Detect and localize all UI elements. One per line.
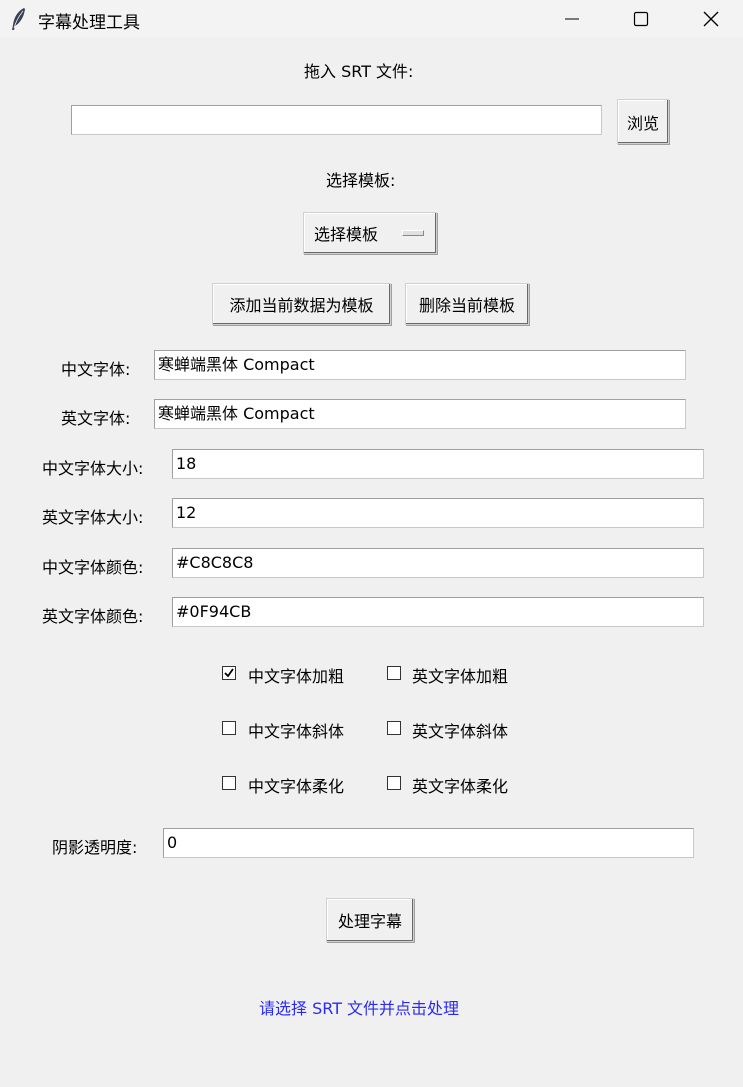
- srt-path-input[interactable]: [71, 105, 602, 135]
- en-bold-label: 英文字体加粗: [412, 667, 509, 686]
- cn-font-label: 中文字体:: [61, 360, 131, 379]
- cn-soft-checkbox[interactable]: [222, 776, 236, 790]
- menu-indicator-icon: [402, 230, 424, 236]
- cn-size-label: 中文字体大小:: [42, 459, 144, 478]
- cn-soft-label: 中文字体柔化: [248, 777, 345, 796]
- maximize-button[interactable]: [618, 0, 664, 38]
- en-font-label: 英文字体:: [61, 409, 131, 428]
- browse-button[interactable]: 浏览: [617, 99, 669, 144]
- en-color-label: 英文字体颜色:: [42, 607, 144, 626]
- en-italic-label: 英文字体斜体: [412, 722, 509, 741]
- en-soft-checkbox[interactable]: [387, 776, 401, 790]
- srt-drop-label: 拖入 SRT 文件:: [304, 62, 414, 81]
- template-menubutton[interactable]: 选择模板: [303, 212, 437, 254]
- cn-color-input[interactable]: #C8C8C8: [172, 548, 704, 578]
- en-soft-label: 英文字体柔化: [412, 777, 509, 796]
- cn-bold-checkbox[interactable]: [222, 666, 236, 680]
- template-label: 选择模板:: [326, 171, 396, 190]
- maximize-icon: [633, 11, 649, 27]
- process-button[interactable]: 处理字幕: [326, 898, 414, 942]
- add-template-button[interactable]: 添加当前数据为模板: [212, 283, 391, 325]
- title-bar: 字幕处理工具: [0, 0, 743, 38]
- en-size-input[interactable]: 12: [172, 498, 704, 528]
- cn-color-label: 中文字体颜色:: [42, 558, 144, 577]
- cn-font-input[interactable]: 寒蝉端黑体 Compact: [154, 350, 686, 380]
- en-font-input[interactable]: 寒蝉端黑体 Compact: [154, 399, 686, 429]
- template-menu-value: 选择模板: [314, 225, 379, 244]
- delete-template-button[interactable]: 删除当前模板: [405, 283, 529, 325]
- shadow-opacity-input[interactable]: 0: [163, 828, 694, 858]
- en-bold-checkbox[interactable]: [387, 666, 401, 680]
- cn-bold-label: 中文字体加粗: [248, 667, 345, 686]
- en-color-input[interactable]: #0F94CB: [172, 597, 704, 627]
- feather-icon: [10, 7, 28, 31]
- status-text: 请选择 SRT 文件并点击处理: [259, 999, 460, 1018]
- en-size-label: 英文字体大小:: [42, 508, 144, 527]
- cn-size-input[interactable]: 18: [172, 449, 704, 479]
- minimize-button[interactable]: [549, 0, 595, 38]
- cn-italic-checkbox[interactable]: [222, 721, 236, 735]
- close-icon: [703, 11, 719, 27]
- close-button[interactable]: [688, 0, 734, 38]
- window-title: 字幕处理工具: [38, 13, 140, 33]
- minimize-icon: [565, 18, 579, 20]
- cn-italic-label: 中文字体斜体: [248, 722, 345, 741]
- checkmark-icon: [224, 668, 234, 678]
- shadow-opacity-label: 阴影透明度:: [52, 838, 138, 857]
- en-italic-checkbox[interactable]: [387, 721, 401, 735]
